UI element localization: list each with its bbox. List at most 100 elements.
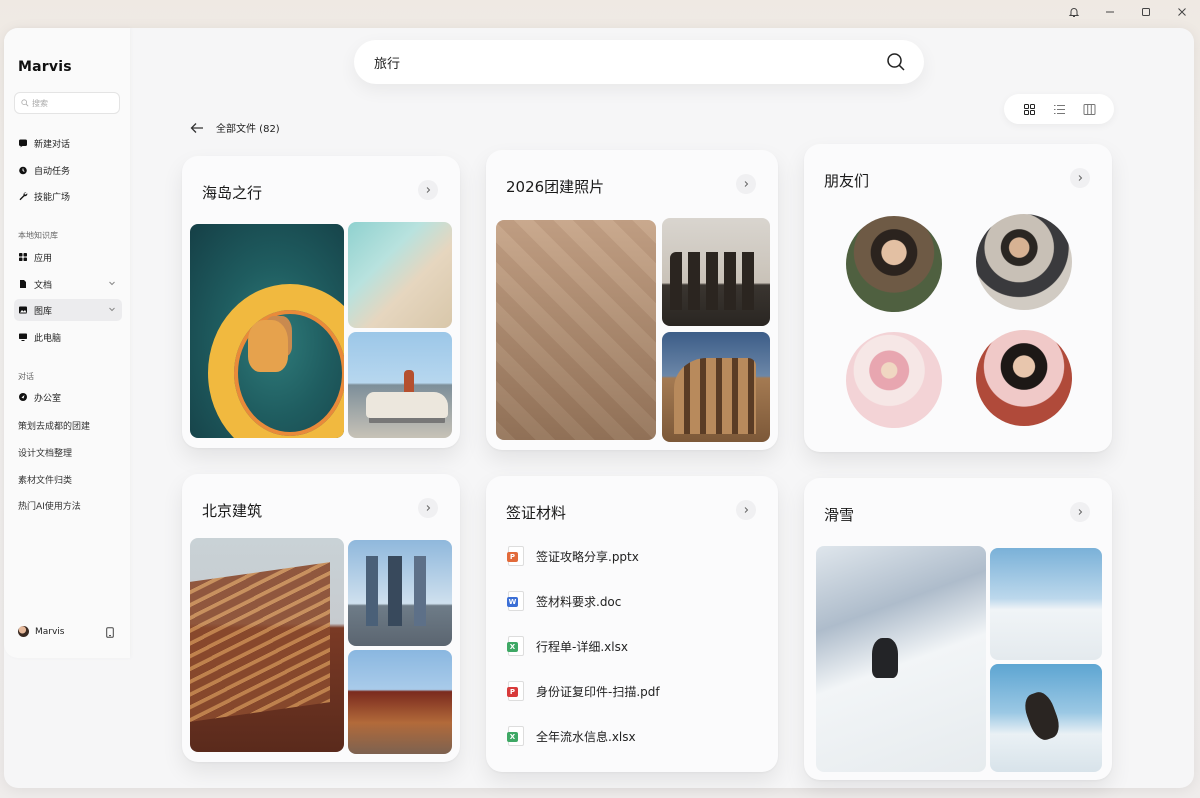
maximize-button[interactable]: [1128, 0, 1164, 24]
sidebar-search-placeholder: 搜索: [32, 98, 48, 108]
photo-thumbnail[interactable]: [348, 332, 452, 438]
card-open-button[interactable]: [1070, 502, 1090, 522]
nav-this-pc[interactable]: 此电脑: [14, 326, 122, 348]
nav-new-chat[interactable]: 新建对话: [14, 132, 122, 154]
file-item[interactable]: X 全年流水信息.xlsx: [507, 726, 636, 746]
card-open-button[interactable]: [418, 180, 438, 200]
wrench-icon: [19, 192, 28, 201]
file-name: 身份证复印件-扫描.pdf: [536, 684, 660, 699]
file-name: 行程单-详细.xlsx: [536, 639, 628, 654]
chat-item-office[interactable]: 办公室: [14, 386, 122, 408]
album-card-island[interactable]: 海岛之行: [182, 156, 460, 448]
chevron-down-icon: [109, 281, 115, 286]
grid-view-icon[interactable]: [1023, 103, 1036, 116]
file-item[interactable]: P 签证攻略分享.pptx: [507, 546, 639, 566]
app-window: Marvis 搜索 新建对话 自动任务 技能广场 本地知识库 应用 文档 图库 …: [4, 28, 1194, 788]
breadcrumb: 全部文件 (82): [190, 120, 280, 135]
album-card-friends[interactable]: 朋友们: [804, 144, 1112, 452]
chat-icon: [19, 139, 27, 148]
photo-thumbnail[interactable]: [496, 220, 656, 440]
user-profile[interactable]: Marvis: [18, 626, 65, 637]
nav-auto-tasks[interactable]: 自动任务: [14, 159, 122, 181]
breadcrumb-label: 全部文件 (82): [216, 124, 280, 135]
photo-thumbnail[interactable]: [990, 548, 1102, 660]
file-item[interactable]: X 行程单-详细.xlsx: [507, 636, 628, 656]
sidebar: Marvis 搜索 新建对话 自动任务 技能广场 本地知识库 应用 文档 图库 …: [4, 28, 130, 658]
chat-item[interactable]: 设计文档整理: [18, 446, 72, 459]
file-item[interactable]: P 身份证复印件-扫描.pdf: [507, 681, 660, 701]
photo-thumbnail[interactable]: [190, 538, 344, 752]
excel-file-icon: X: [507, 726, 524, 746]
user-name: Marvis: [35, 626, 65, 637]
minimize-button[interactable]: [1092, 0, 1128, 24]
nav-skills[interactable]: 技能广场: [14, 185, 122, 207]
card-title: 海岛之行: [202, 184, 263, 202]
alarm-icon: [19, 166, 27, 175]
photo-thumbnail[interactable]: [990, 664, 1102, 772]
card-open-button[interactable]: [736, 174, 756, 194]
photo-thumbnail[interactable]: [190, 224, 344, 438]
file-item[interactable]: W 签材料要求.doc: [507, 591, 621, 611]
nav-label: 此电脑: [34, 333, 62, 344]
notification-bell-icon[interactable]: [1056, 0, 1092, 24]
photo-thumbnail[interactable]: [348, 650, 452, 754]
nav-gallery[interactable]: 图库: [14, 299, 122, 321]
nav-label: 应用: [34, 253, 53, 264]
section-chat-label: 对话: [18, 372, 34, 381]
chat-item[interactable]: 策划去成都的团建: [18, 419, 90, 432]
avatar: [18, 626, 29, 637]
app-brand: Marvis: [18, 59, 72, 75]
chevron-down-icon: [109, 307, 115, 312]
nav-apps[interactable]: 应用: [14, 246, 122, 268]
photo-thumbnail[interactable]: [348, 540, 452, 646]
album-card-skiing[interactable]: 滑雪: [804, 478, 1112, 780]
document-icon: [20, 280, 26, 288]
card-open-button[interactable]: [1070, 168, 1090, 188]
nav-documents[interactable]: 文档: [14, 273, 122, 295]
folder-card-visa[interactable]: 签证材料 P 签证攻略分享.pptx W 签材料要求.doc X 行程单-详细.…: [486, 476, 778, 772]
chevron-right-icon: [1078, 509, 1083, 515]
nav-label: 自动任务: [34, 166, 71, 177]
file-name: 全年流水信息.xlsx: [536, 729, 636, 744]
photo-thumbnail[interactable]: [348, 222, 452, 328]
section-local-label: 本地知识库: [18, 231, 58, 240]
ppt-file-icon: P: [507, 546, 524, 566]
pdf-file-icon: P: [507, 681, 524, 701]
grid-icon: [19, 253, 27, 261]
nav-label: 图库: [34, 306, 53, 317]
photo-thumbnail[interactable]: [662, 218, 770, 326]
file-name: 签证攻略分享.pptx: [536, 549, 639, 564]
list-view-icon[interactable]: [1053, 103, 1066, 116]
album-card-team-building[interactable]: 2026团建照片: [486, 150, 778, 450]
person-avatar[interactable]: [846, 216, 942, 312]
person-avatar[interactable]: [976, 330, 1072, 426]
sidebar-search-input[interactable]: 搜索: [14, 92, 120, 114]
search-query: 旅行: [374, 56, 401, 72]
pin-icon: [19, 393, 27, 401]
chevron-right-icon: [744, 507, 749, 513]
card-open-button[interactable]: [418, 498, 438, 518]
main-search-input[interactable]: 旅行: [354, 40, 924, 84]
nav-label: 新建对话: [34, 139, 71, 150]
chevron-right-icon: [426, 187, 431, 193]
phone-icon[interactable]: [106, 627, 114, 638]
photo-thumbnail[interactable]: [816, 546, 986, 772]
nav-label: 技能广场: [34, 192, 71, 203]
person-avatar[interactable]: [846, 332, 942, 428]
photo-thumbnail[interactable]: [662, 332, 770, 442]
card-title: 滑雪: [824, 506, 855, 524]
close-button[interactable]: [1164, 0, 1200, 24]
chat-item[interactable]: 热门AI使用方法: [18, 499, 81, 512]
back-arrow-icon[interactable]: [190, 122, 204, 134]
search-icon[interactable]: [886, 52, 906, 72]
column-view-icon[interactable]: [1083, 103, 1096, 116]
chat-label: 办公室: [34, 393, 62, 404]
search-icon: [21, 99, 29, 107]
nav-label: 文档: [34, 280, 53, 291]
person-avatar[interactable]: [976, 214, 1072, 310]
chat-item[interactable]: 素材文件归类: [18, 473, 72, 486]
card-title: 朋友们: [824, 172, 870, 190]
card-open-button[interactable]: [736, 500, 756, 520]
chevron-right-icon: [744, 181, 749, 187]
album-card-beijing[interactable]: 北京建筑: [182, 474, 460, 762]
